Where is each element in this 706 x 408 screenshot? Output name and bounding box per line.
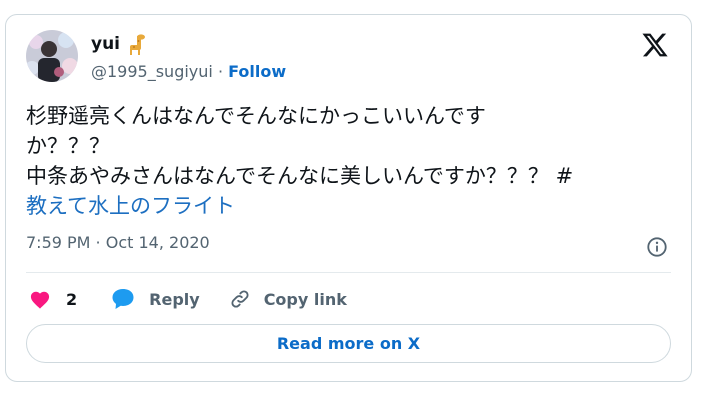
reply-bubble-icon [112, 289, 134, 309]
post-text: 杉野遥亮くんはなんでそんなにかっこいいんです か？？？ 中条あやみさんはなんでそ… [26, 101, 676, 221]
post-text-line: 中条あやみさんはなんでそんなに美しいんですか？？？ # [26, 161, 676, 191]
timestamp-link[interactable]: 7:59 PM · Oct 14, 2020 [26, 233, 210, 252]
follow-button[interactable]: Follow [228, 62, 286, 81]
hashtag-link[interactable]: 教えて水上のフライト [26, 191, 676, 221]
divider [26, 272, 671, 273]
user-handle[interactable]: @1995_sugiyui [91, 62, 213, 81]
like-button[interactable]: 2 [29, 289, 77, 309]
handle-row: @1995_sugiyui · Follow [91, 62, 286, 81]
post-text-line: 杉野遥亮くんはなんでそんなにかっこいいんです [26, 104, 486, 128]
reply-label: Reply [149, 289, 200, 309]
copy-link-button[interactable]: Copy link [229, 288, 347, 310]
action-bar: 2 Reply Copy link [29, 286, 347, 312]
x-logo-icon[interactable] [641, 31, 669, 59]
user-name-row[interactable]: yui [91, 33, 146, 55]
giraffe-emoji-icon [130, 34, 146, 55]
copy-link-label: Copy link [263, 289, 347, 309]
heart-icon [30, 291, 50, 309]
avatar[interactable] [26, 30, 78, 82]
read-more-button[interactable]: Read more on X [26, 324, 671, 363]
like-count: 2 [66, 289, 78, 309]
post-text-segment: 中条あやみさんはなんでそんなに美しいんですか？？？ # [26, 164, 574, 188]
display-name[interactable]: yui [91, 34, 120, 54]
post-text-line: か？？？ [26, 134, 110, 158]
separator-dot: · [217, 62, 224, 81]
copy-link-icon [231, 290, 249, 308]
reply-button[interactable]: Reply [111, 288, 200, 310]
info-icon[interactable] [646, 236, 668, 258]
